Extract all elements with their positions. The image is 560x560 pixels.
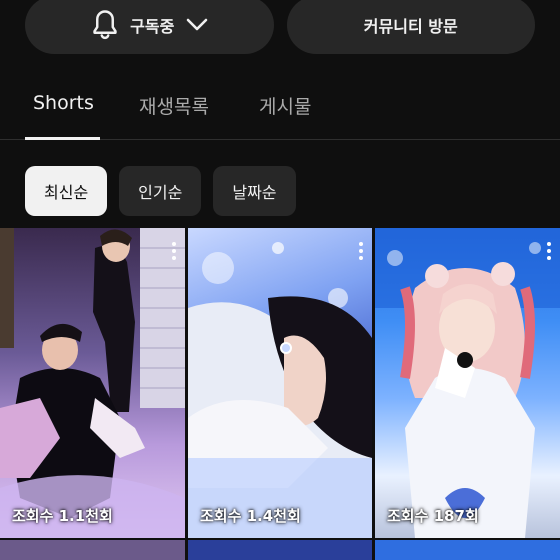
chip-latest[interactable]: 최신순	[25, 166, 108, 216]
chip-oldest[interactable]: 날짜순	[213, 166, 296, 216]
more-options-icon[interactable]	[546, 242, 552, 262]
subscribed-label: 구독중	[130, 17, 175, 36]
tab-shorts[interactable]: Shorts	[33, 92, 94, 114]
thumbnail-image	[375, 228, 560, 538]
view-count: 조회수 1.1천회	[12, 507, 113, 525]
sort-chips: 최신순 인기순 날짜순	[25, 166, 296, 216]
tab-playlists[interactable]: 재생목록	[139, 92, 209, 119]
thumbnail-image	[0, 228, 185, 538]
more-options-icon[interactable]	[358, 242, 364, 262]
subscribed-button[interactable]: 구독중	[25, 0, 274, 54]
short-thumbnail[interactable]: 조회수 1.4천회	[188, 228, 372, 538]
chevron-down-icon	[187, 18, 208, 31]
channel-action-bar: 구독중 커뮤니티 방문	[25, 0, 535, 54]
short-thumbnail[interactable]	[188, 540, 372, 560]
shorts-grid: 조회수 1.1천회 조회수 1.4천회 조회수 187회	[0, 228, 560, 560]
tab-posts[interactable]: 게시물	[259, 92, 311, 119]
view-count: 조회수 187회	[387, 507, 479, 525]
short-thumbnail[interactable]: 조회수 1.1천회	[0, 228, 185, 538]
chip-popular[interactable]: 인기순	[119, 166, 202, 216]
bell-icon	[93, 10, 117, 40]
more-options-icon[interactable]	[171, 242, 177, 262]
visit-community-button[interactable]: 커뮤니티 방문	[286, 0, 535, 54]
visit-community-label: 커뮤니티 방문	[363, 17, 458, 36]
short-thumbnail[interactable]	[375, 540, 560, 560]
thumbnail-image	[188, 242, 372, 538]
view-count: 조회수 1.4천회	[200, 507, 301, 525]
short-thumbnail[interactable]	[0, 540, 185, 560]
channel-tabs: Shorts 재생목록 게시물	[0, 80, 560, 140]
active-tab-indicator	[25, 137, 100, 140]
short-thumbnail[interactable]: 조회수 187회	[375, 228, 560, 538]
